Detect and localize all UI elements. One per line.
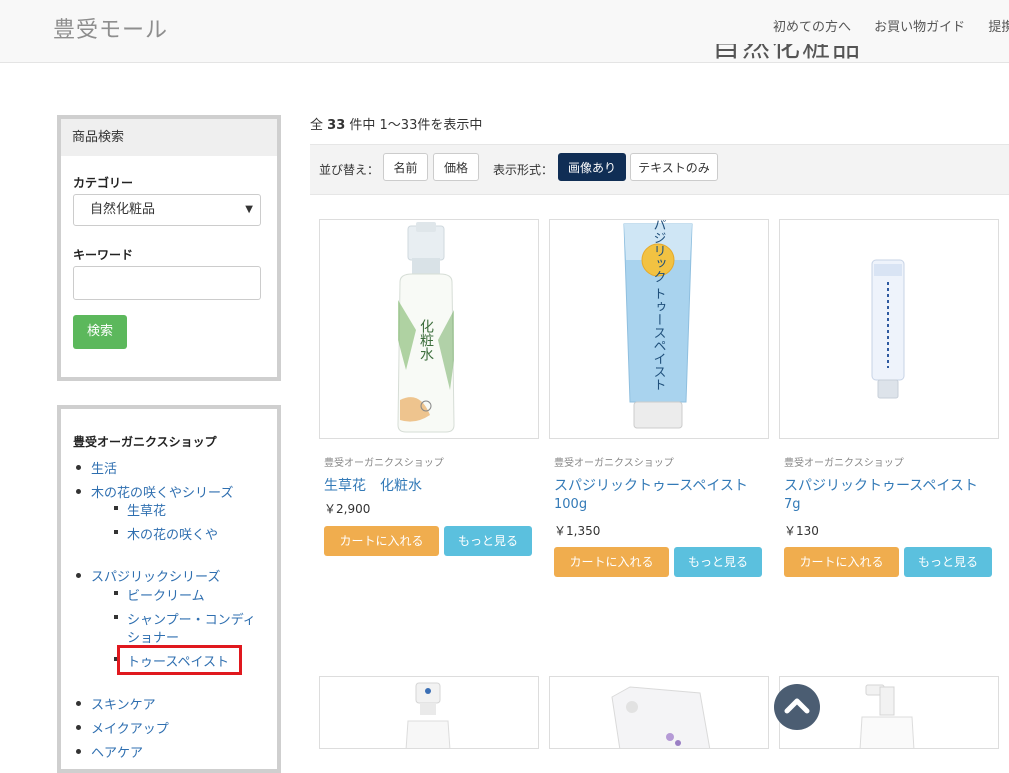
- toothpaste-tube-illustration: スパジリック トゥースペイスト: [623, 220, 693, 429]
- refill-pouch-illustration: [611, 686, 711, 748]
- lotion-bottle-illustration: 化粧水: [397, 222, 455, 433]
- add-to-cart-button[interactable]: カートに入れる: [784, 547, 899, 577]
- sort-by-name-button[interactable]: 名前: [383, 153, 428, 181]
- small-tube-illustration: [871, 259, 905, 399]
- category-select-value: 自然化粧品: [90, 202, 156, 217]
- product-size[interactable]: 7g: [784, 497, 801, 512]
- site-logo[interactable]: 豊受モール: [53, 12, 168, 44]
- product-name-link[interactable]: スパジリックトゥースペイスト: [784, 475, 978, 495]
- category-link-spagyric-series[interactable]: スパジリックシリーズ: [91, 566, 220, 585]
- nav-first-time[interactable]: 初めての方へ: [773, 16, 851, 35]
- product-shop-name: 豊受オーガニクスショップ: [324, 458, 444, 469]
- nav-partner-facilities[interactable]: 提携施設: [988, 16, 1009, 35]
- product-shop-name: 豊受オーガニクスショップ: [784, 458, 904, 469]
- result-count-suffix: 件中 1〜33件を表示中: [349, 118, 483, 133]
- selection-highlight: [117, 645, 242, 675]
- product-image-toothpaste-7g[interactable]: [779, 219, 999, 439]
- bottle-label-text: 化粧水: [418, 319, 434, 361]
- square-bullet-icon: [114, 591, 118, 595]
- sort-by-price-button[interactable]: 価格: [433, 153, 479, 181]
- category-nav-panel: 豊受オーガニクスショップ 生活 木の花の咲くやシリーズ 生草花 木の花の咲くや …: [57, 405, 281, 773]
- category-link-makeup[interactable]: メイクアップ: [91, 718, 169, 737]
- square-bullet-icon: [114, 615, 118, 619]
- result-count: 全 33 件中 1〜33件を表示中: [310, 114, 482, 133]
- bullet-icon: [76, 701, 81, 706]
- page-title: 自然化粧品: [712, 44, 863, 63]
- product-image-lotion[interactable]: 化粧水: [319, 219, 539, 439]
- search-button[interactable]: 検索: [73, 315, 127, 349]
- result-count-number: 33: [327, 118, 346, 133]
- chevron-down-icon: ▼: [245, 204, 253, 215]
- product-search-heading: 商品検索: [61, 119, 277, 156]
- shop-category-title: 豊受オーガニクスショップ: [73, 435, 217, 449]
- spray-bottle-illustration: [405, 682, 451, 748]
- category-link-bee-cream[interactable]: ビークリーム: [127, 585, 205, 604]
- category-label: カテゴリー: [73, 176, 134, 190]
- page-title-container: 自然化粧品: [700, 44, 920, 72]
- view-with-image-button[interactable]: 画像あり: [558, 153, 626, 181]
- product-image-refill-pouch[interactable]: [549, 676, 769, 749]
- see-more-button[interactable]: もっと見る: [904, 547, 992, 577]
- category-link-shampoo[interactable]: シャンプー・コンディ: [127, 609, 256, 628]
- bullet-icon: [76, 725, 81, 730]
- keyword-input[interactable]: [73, 266, 261, 300]
- tube-label-text: スパジリック トゥースペイスト: [651, 220, 667, 391]
- square-bullet-icon: [114, 506, 118, 510]
- product-image-toothpaste-100g[interactable]: スパジリック トゥースペイスト: [549, 219, 769, 439]
- category-link-living[interactable]: 生活: [91, 458, 117, 477]
- product-name-link[interactable]: 生草花 化粧水: [324, 475, 422, 495]
- chevron-up-icon: [784, 698, 810, 714]
- scroll-to-top-button[interactable]: [774, 684, 820, 730]
- category-link-shampoo-cont[interactable]: ショナー: [127, 627, 179, 646]
- bullet-icon: [76, 465, 81, 470]
- product-price: ￥2,900: [324, 502, 371, 516]
- view-text-only-button[interactable]: テキストのみ: [630, 153, 718, 181]
- product-search-panel: 商品検索 カテゴリー 自然化粧品 ▼ キーワード 検索: [57, 115, 281, 381]
- product-name-link[interactable]: スパジリックトゥースペイスト: [554, 475, 748, 495]
- bullet-icon: [76, 749, 81, 754]
- bullet-icon: [76, 573, 81, 578]
- category-link-konohana-series[interactable]: 木の花の咲くやシリーズ: [91, 482, 233, 501]
- category-select[interactable]: 自然化粧品 ▼: [73, 194, 261, 226]
- category-link-skincare[interactable]: スキンケア: [91, 694, 156, 713]
- top-nav: 初めての方へ お買い物ガイド 提携施設: [773, 16, 1009, 35]
- category-link-haircare[interactable]: ヘアケア: [91, 742, 143, 761]
- square-bullet-icon: [114, 530, 118, 534]
- result-count-prefix: 全: [310, 118, 324, 133]
- keyword-label: キーワード: [73, 248, 134, 262]
- product-image-spray[interactable]: [319, 676, 539, 749]
- sort-label: 並び替え：: [319, 163, 380, 177]
- view-mode-label: 表示形式：: [493, 163, 554, 177]
- product-shop-name: 豊受オーガニクスショップ: [554, 458, 674, 469]
- category-link-seisouka[interactable]: 生草花: [127, 500, 166, 519]
- category-link-konohana[interactable]: 木の花の咲くや: [127, 524, 218, 543]
- product-price: ￥1,350: [554, 524, 601, 538]
- see-more-button[interactable]: もっと見る: [444, 526, 532, 556]
- nav-shopping-guide[interactable]: お買い物ガイド: [874, 16, 965, 35]
- product-price: ￥130: [784, 524, 819, 538]
- add-to-cart-button[interactable]: カートに入れる: [324, 526, 439, 556]
- add-to-cart-button[interactable]: カートに入れる: [554, 547, 669, 577]
- see-more-button[interactable]: もっと見る: [674, 547, 762, 577]
- sort-view-toolbar: 並び替え： 名前 価格 表示形式： 画像あり テキストのみ: [310, 144, 1009, 195]
- product-size[interactable]: 100g: [554, 497, 587, 512]
- bullet-icon: [76, 489, 81, 494]
